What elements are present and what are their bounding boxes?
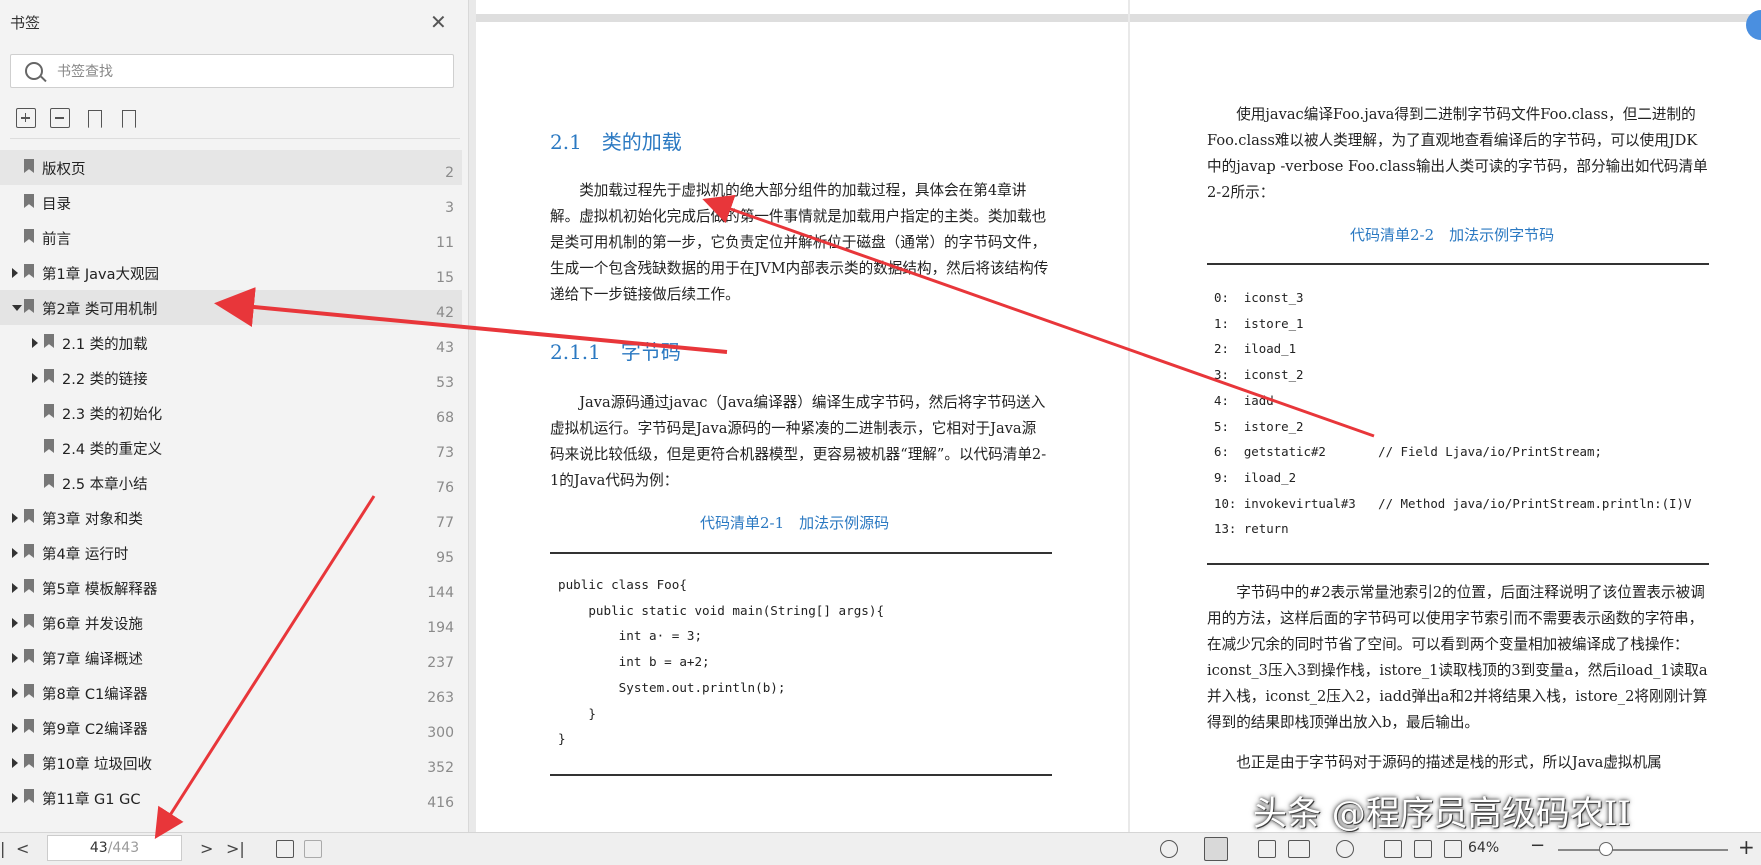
annotation-arrow xyxy=(154,495,376,840)
annotation-arrow xyxy=(702,194,1375,438)
annotation-arrow xyxy=(214,287,728,354)
annotation-arrows xyxy=(154,194,1375,840)
